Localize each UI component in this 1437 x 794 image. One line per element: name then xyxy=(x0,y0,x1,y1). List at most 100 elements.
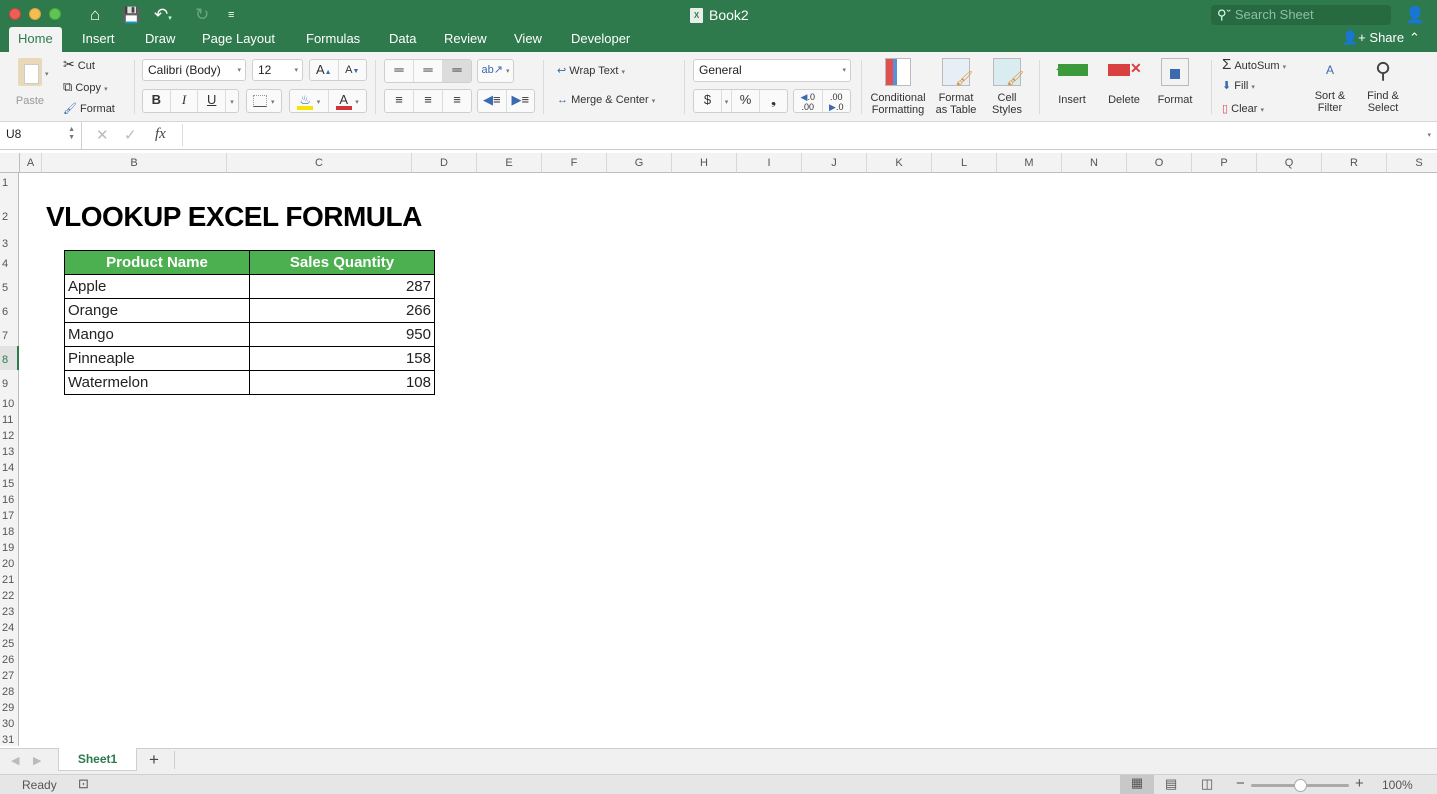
tab-developer[interactable]: Developer xyxy=(562,30,639,52)
cell-product-name[interactable]: Mango xyxy=(64,322,250,347)
cell-product-name[interactable]: Apple xyxy=(64,274,250,299)
insert-function-button[interactable]: fx xyxy=(155,126,166,143)
row-header-23[interactable]: 23 xyxy=(0,602,19,618)
column-header-q[interactable]: Q xyxy=(1257,153,1322,173)
row-header-12[interactable]: 12 xyxy=(0,426,19,442)
macro-record-icon[interactable]: ⊡ xyxy=(78,776,89,792)
column-header-p[interactable]: P xyxy=(1192,153,1257,173)
column-header-e[interactable]: E xyxy=(477,153,542,173)
comma-style-button[interactable]: ❟ xyxy=(760,90,787,112)
zoom-out-button[interactable]: − xyxy=(1236,775,1245,792)
column-header-c[interactable]: C xyxy=(227,153,412,173)
prev-sheet-arrow[interactable]: ◀ xyxy=(11,754,19,767)
column-header-b[interactable]: B xyxy=(42,153,227,173)
page-break-view-button[interactable]: ◫ xyxy=(1201,776,1213,792)
orientation-button[interactable]: ab↗ ▾ xyxy=(478,60,513,82)
currency-button[interactable]: $ xyxy=(694,90,722,112)
row-header-21[interactable]: 21 xyxy=(0,570,19,586)
row-header-28[interactable]: 28 xyxy=(0,682,19,698)
row-header-14[interactable]: 14 xyxy=(0,458,19,474)
align-right-button[interactable]: ≡ xyxy=(443,90,471,112)
zoom-level[interactable]: 100% xyxy=(1382,778,1413,792)
cell-sales-quantity[interactable]: 950 xyxy=(249,322,435,347)
row-header-24[interactable]: 24 xyxy=(0,618,19,634)
search-sheet-input[interactable]: ⚲ˇ Search Sheet xyxy=(1211,5,1391,25)
fill-color-button[interactable]: ♨ ▾ xyxy=(290,90,329,112)
normal-view-button[interactable]: ▦ xyxy=(1120,775,1154,794)
cell-sales-quantity[interactable]: 266 xyxy=(249,298,435,323)
column-header-o[interactable]: O xyxy=(1127,153,1192,173)
name-box[interactable]: U8 ▲ ▼ xyxy=(0,122,82,149)
format-as-table-button[interactable]: 🖌 Format as Table xyxy=(930,58,982,116)
row-header-18[interactable]: 18 xyxy=(0,522,19,538)
row-header-3[interactable]: 3 xyxy=(0,234,19,250)
row-header-22[interactable]: 22 xyxy=(0,586,19,602)
row-header-6[interactable]: 6 xyxy=(0,298,19,322)
row-header-5[interactable]: 5 xyxy=(0,274,19,298)
conditional-formatting-button[interactable]: Conditional Formatting xyxy=(868,58,928,116)
row-header-27[interactable]: 27 xyxy=(0,666,19,682)
column-header-j[interactable]: J xyxy=(802,153,867,173)
italic-button[interactable]: I xyxy=(171,90,199,112)
format-painter-button[interactable]: 🖌 Format xyxy=(63,102,115,115)
paste-dropdown[interactable]: ▾ xyxy=(45,70,49,78)
column-header-r[interactable]: R xyxy=(1322,153,1387,173)
row-header-10[interactable]: 10 xyxy=(0,394,19,410)
cancel-icon[interactable]: ✕ xyxy=(96,126,109,144)
zoom-in-button[interactable]: + xyxy=(1355,775,1364,792)
percent-button[interactable]: % xyxy=(732,90,760,112)
column-header-m[interactable]: M xyxy=(997,153,1062,173)
column-header-d[interactable]: D xyxy=(412,153,477,173)
row-header-4[interactable]: 4 xyxy=(0,250,19,274)
account-icon[interactable]: 👤 xyxy=(1405,5,1425,25)
close-window-button[interactable] xyxy=(9,8,21,20)
column-header-f[interactable]: F xyxy=(542,153,607,173)
formula-input[interactable] xyxy=(182,124,1412,146)
copy-button[interactable]: ⧉ Copy ▾ xyxy=(63,79,108,95)
cell-sales-quantity[interactable]: 158 xyxy=(249,346,435,371)
collapse-ribbon-icon[interactable]: ⌃ xyxy=(1409,30,1420,46)
decrease-decimal-button[interactable]: .00 ▶.0 xyxy=(823,90,851,112)
column-header-l[interactable]: L xyxy=(932,153,997,173)
increase-font-size-button[interactable]: A▲ xyxy=(310,60,339,80)
row-header-8[interactable]: 8 xyxy=(0,346,19,370)
spreadsheet-grid[interactable]: A B C D E F G H I J K L M N O P Q R S 1 2 3 4 5 6 7 8 9 10 11 12 13 14 15… xyxy=(0,150,1437,748)
row-header-13[interactable]: 13 xyxy=(0,442,19,458)
font-name-select[interactable]: Calibri (Body) ▾ xyxy=(142,59,246,81)
cell-sales-quantity[interactable]: 287 xyxy=(249,274,435,299)
share-button[interactable]: 👤+ Share xyxy=(1342,30,1404,46)
column-header-a[interactable]: A xyxy=(20,153,42,173)
cut-button[interactable]: ✂ Cut xyxy=(63,56,95,73)
sheet-tab-sheet1[interactable]: Sheet1 xyxy=(58,748,137,771)
insert-cells-button[interactable]: ◀ Insert xyxy=(1048,58,1096,106)
tab-home[interactable]: Home xyxy=(9,27,62,52)
row-header-1[interactable]: 1 xyxy=(0,173,19,189)
align-middle-button[interactable]: ═ xyxy=(414,60,443,82)
merge-center-button[interactable]: ↔ Merge & Center ▾ xyxy=(557,94,655,106)
row-header-26[interactable]: 26 xyxy=(0,650,19,666)
font-color-button[interactable]: A ▾ xyxy=(329,90,367,112)
row-header-9[interactable]: 9 xyxy=(0,370,19,394)
number-format-select[interactable]: General ▾ xyxy=(693,59,851,82)
sheet-title[interactable]: VLOOKUP EXCEL FORMULA xyxy=(46,201,422,233)
cell-product-name[interactable]: Watermelon xyxy=(64,370,250,395)
sort-filter-button[interactable]: A Sort & Filter xyxy=(1306,58,1354,114)
column-header-s[interactable]: S xyxy=(1387,153,1437,173)
underline-dropdown[interactable]: ▾ xyxy=(226,90,238,112)
row-header-16[interactable]: 16 xyxy=(0,490,19,506)
row-header-17[interactable]: 17 xyxy=(0,506,19,522)
tab-data[interactable]: Data xyxy=(380,30,425,52)
decrease-indent-button[interactable]: ◀≡ xyxy=(478,90,507,112)
redo-icon[interactable]: ↻ xyxy=(195,5,209,25)
row-header-30[interactable]: 30 xyxy=(0,714,19,730)
row-header-20[interactable]: 20 xyxy=(0,554,19,570)
paste-button[interactable]: Paste xyxy=(10,58,50,107)
row-header-2[interactable]: 2 xyxy=(0,189,19,234)
column-header-h[interactable]: H xyxy=(672,153,737,173)
tab-draw[interactable]: Draw xyxy=(136,30,184,52)
clear-button[interactable]: ▯ Clear ▾ xyxy=(1222,102,1264,115)
page-layout-view-button[interactable]: ▤ xyxy=(1165,776,1177,792)
tab-page-layout[interactable]: Page Layout xyxy=(193,30,284,52)
find-select-button[interactable]: ⚲ Find & Select xyxy=(1360,58,1406,114)
align-left-button[interactable]: ≡ xyxy=(385,90,414,112)
